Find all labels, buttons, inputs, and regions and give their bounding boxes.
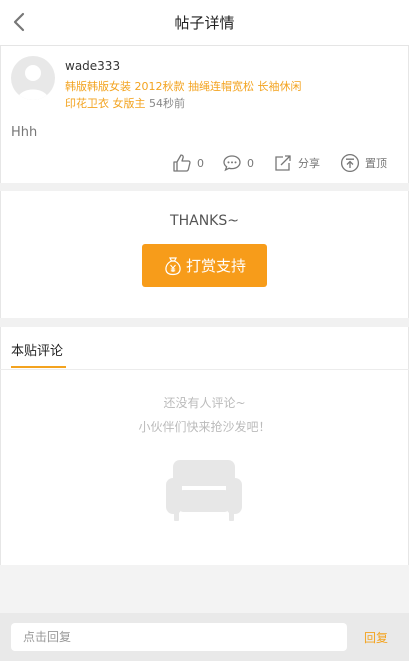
share-icon [275, 155, 291, 171]
share-button[interactable]: 分享 [273, 152, 320, 174]
pin-to-top-icon [340, 153, 360, 173]
empty-state-subtitle: 小伙伴们快来抢沙发吧！ [138, 420, 271, 434]
like-count: 0 [197, 156, 204, 170]
tab-comments[interactable]: 本贴评论 [11, 340, 63, 359]
like-button[interactable]: 0 [172, 152, 204, 174]
comment-bubble-icon [223, 155, 241, 172]
separator [0, 318, 409, 327]
thanks-text: THANKS~ [170, 213, 239, 229]
share-label: 分享 [298, 157, 320, 170]
post-time: 54秒前 [149, 97, 185, 110]
divider [0, 369, 409, 370]
reply-input[interactable] [11, 623, 347, 651]
separator [0, 183, 409, 191]
pin-top-button[interactable]: 置顶 [340, 152, 387, 174]
money-bag-icon [165, 256, 181, 275]
author-name[interactable]: wade333 [65, 59, 120, 73]
reward-button-label: 打赏支持 [185, 257, 246, 275]
content-footer-area [0, 565, 409, 613]
empty-state-title: 还没有人评论~ [163, 396, 246, 410]
reward-button[interactable]: 打赏支持 [142, 244, 267, 287]
tags-line-2: 印花卫衣 女版主 54秒前 [65, 95, 325, 112]
sofa-icon [166, 460, 242, 521]
pin-top-label: 置顶 [365, 157, 387, 170]
comment-count: 0 [247, 156, 254, 170]
bottom-reply-bar: 回复 [0, 613, 409, 661]
thumbs-up-icon [173, 154, 191, 172]
tab-active-indicator [11, 366, 66, 368]
post-tags: 韩版韩版女装 2012秋款 抽绳连帽宽松 长袖休闲 印花卫衣 女版主 54秒前 [65, 78, 325, 112]
comment-button[interactable]: 0 [222, 152, 254, 174]
post-content: Hhh [11, 125, 38, 140]
reply-button[interactable]: 回复 [364, 629, 388, 646]
user-placeholder-icon [17, 65, 49, 100]
header: 帖子详情 [0, 0, 409, 46]
tags-line-1: 韩版韩版女装 2012秋款 抽绳连帽宽松 长袖休闲 [65, 80, 302, 93]
avatar[interactable] [11, 56, 55, 100]
page-title: 帖子详情 [174, 14, 235, 32]
tags-line-2-text: 印花卫衣 女版主 [65, 97, 146, 110]
